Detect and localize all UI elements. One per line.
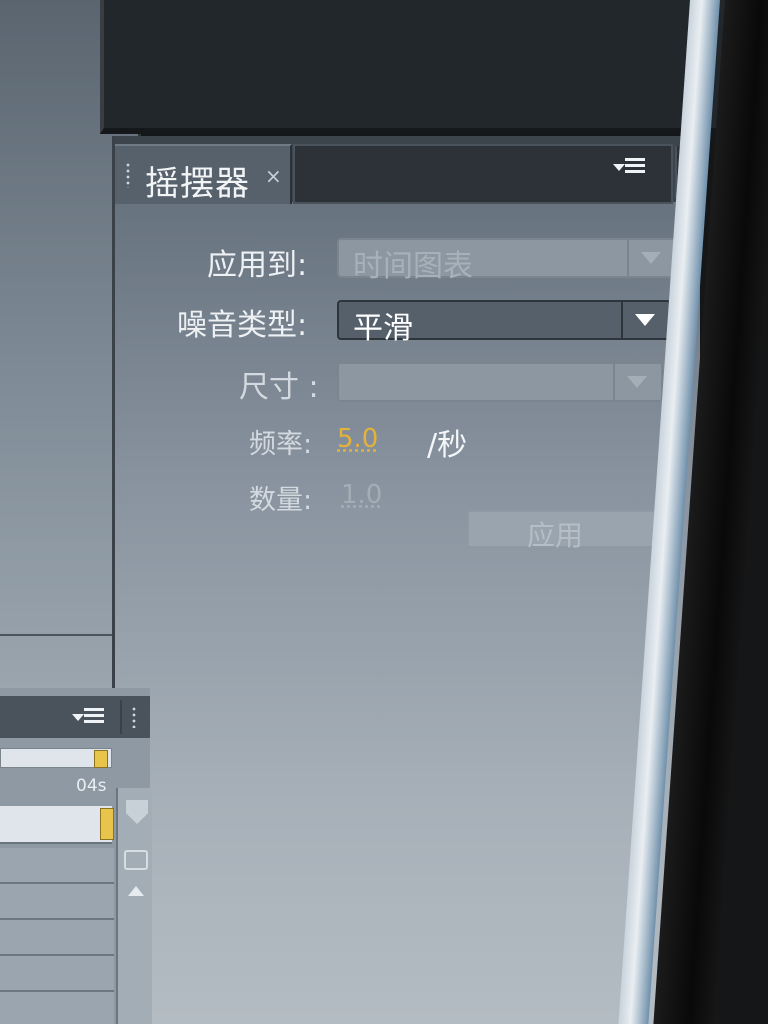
magnitude-value[interactable]: 1.0 <box>341 480 382 510</box>
panel-menu-icon[interactable] <box>607 156 653 180</box>
noise-type-label: 噪音类型: <box>177 308 308 343</box>
menu-lines-icon <box>84 708 104 726</box>
drag-grip-icon <box>131 706 137 728</box>
magnitude-label: 数量: <box>249 485 313 516</box>
frequency-value[interactable]: 5.0 <box>337 424 378 454</box>
panel-menu-icon[interactable] <box>66 706 112 730</box>
apply-button[interactable]: 应用 <box>467 510 657 552</box>
drag-grip-icon[interactable] <box>125 162 131 188</box>
chevron-down-icon <box>627 376 647 388</box>
timeline-side-controls <box>116 788 152 1024</box>
dimension-dropdown[interactable] <box>337 362 663 402</box>
dropdown-arrow-box <box>613 364 661 400</box>
apply-button-label: 应用 <box>527 519 584 552</box>
timeline-track-rows <box>0 848 114 1024</box>
playhead[interactable] <box>100 808 114 840</box>
timeline-panel: 04s <box>0 688 152 1024</box>
top-panel <box>100 0 726 134</box>
time-ruler-label: 04s <box>76 776 107 796</box>
apply-to-dropdown[interactable]: 时间图表 <box>337 238 677 284</box>
composition-icon[interactable] <box>124 850 148 870</box>
apply-to-value: 时间图表 <box>353 249 473 284</box>
dropdown-arrow-box <box>621 302 669 338</box>
tab-wiggler[interactable]: 摇摆器 × <box>115 144 292 204</box>
close-icon[interactable]: × <box>265 164 282 188</box>
menu-arrow-icon <box>72 714 84 721</box>
dropdown-arrow-box <box>627 240 675 276</box>
frequency-label: 频率: <box>249 429 313 460</box>
apply-to-label: 应用到: <box>207 248 308 283</box>
timeline-header <box>0 696 150 738</box>
frequency-unit: /秒 <box>427 428 468 463</box>
chevron-down-icon <box>641 252 661 264</box>
chevron-down-icon <box>635 314 655 326</box>
wiggler-panel: 摇摆器 × 应用到: 时间图表 噪音类型: 平滑 尺寸: 频率: 5.0 /秒… <box>112 136 701 1024</box>
screen: 摇摆器 × 应用到: 时间图表 噪音类型: 平滑 尺寸: 频率: 5.0 /秒… <box>0 0 768 1024</box>
panel-header: 摇摆器 × <box>115 136 701 204</box>
dimension-label: 尺寸 : <box>239 370 319 405</box>
panel-grip[interactable] <box>120 700 146 734</box>
menu-arrow-icon <box>613 164 625 171</box>
menu-lines-icon <box>625 158 645 176</box>
work-area-end-handle[interactable] <box>94 750 108 768</box>
scroll-up-icon[interactable] <box>128 886 144 896</box>
noise-type-dropdown[interactable]: 平滑 <box>337 300 671 346</box>
panel-title: 摇摆器 <box>145 164 250 204</box>
shield-icon[interactable] <box>126 800 148 824</box>
time-ruler[interactable] <box>0 806 112 844</box>
noise-type-value: 平滑 <box>353 311 413 346</box>
